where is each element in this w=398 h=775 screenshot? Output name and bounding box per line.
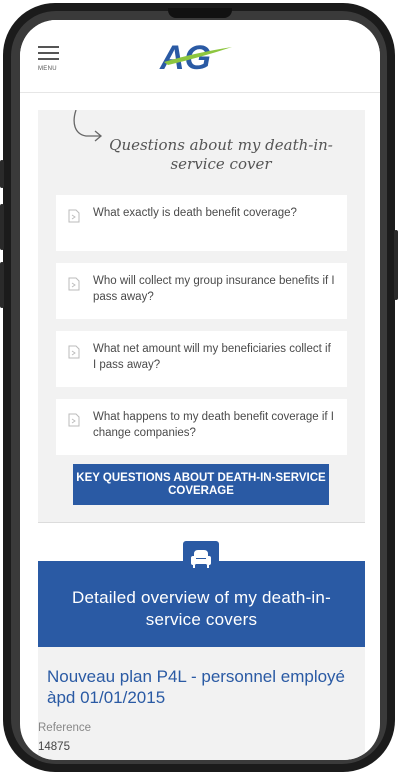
hamburger-icon-bar — [38, 58, 59, 60]
faq-item[interactable]: What exactly is death benefit coverage? — [56, 195, 347, 251]
document-icon — [68, 209, 80, 223]
phone-side-button — [0, 160, 4, 188]
menu-button[interactable]: MENU — [38, 46, 60, 76]
faq-question: What happens to my death benefit coverag… — [93, 411, 335, 439]
phone-volume-up — [0, 204, 4, 250]
faq-question: What net amount will my beneficiaries co… — [93, 343, 331, 371]
armchair-icon — [191, 550, 211, 568]
faq-item[interactable]: What happens to my death benefit coverag… — [56, 399, 347, 455]
hamburger-icon-bar — [38, 52, 59, 54]
overview-icon-badge — [183, 541, 219, 577]
faq-title: Questions about my death-in-service cove… — [109, 136, 333, 173]
ag-logo[interactable]: AG — [158, 39, 236, 75]
app-screen: MENU AG Questions about my death-in-serv… — [20, 20, 380, 760]
faq-question: Who will collect my group insurance bene… — [93, 275, 335, 303]
menu-label: MENU — [38, 66, 57, 72]
hamburger-icon — [38, 46, 59, 48]
phone-power-button — [394, 230, 398, 300]
document-icon — [68, 277, 80, 291]
overview-title: Detailed overview of my death-in-service… — [72, 588, 331, 629]
reference-value: 14875 — [38, 741, 70, 753]
document-icon — [68, 345, 80, 359]
document-icon — [68, 413, 80, 427]
plan-panel: Nouveau plan P4L - personnel employé àpd… — [38, 647, 365, 760]
top-bar: MENU AG — [20, 20, 380, 93]
plan-title[interactable]: Nouveau plan P4L - personnel employé àpd… — [47, 666, 347, 708]
faq-question: What exactly is death benefit coverage? — [93, 207, 297, 219]
faq-section: Questions about my death-in-service cove… — [38, 110, 365, 523]
faq-item[interactable]: Who will collect my group insurance bene… — [56, 263, 347, 319]
faq-item[interactable]: What net amount will my beneficiaries co… — [56, 331, 347, 387]
reference-label: Reference — [38, 722, 92, 734]
key-questions-button[interactable]: KEY QUESTIONS ABOUT DEATH-IN-SERVICE COV… — [73, 464, 329, 505]
phone-volume-down — [0, 262, 4, 308]
phone-notch — [168, 8, 232, 18]
